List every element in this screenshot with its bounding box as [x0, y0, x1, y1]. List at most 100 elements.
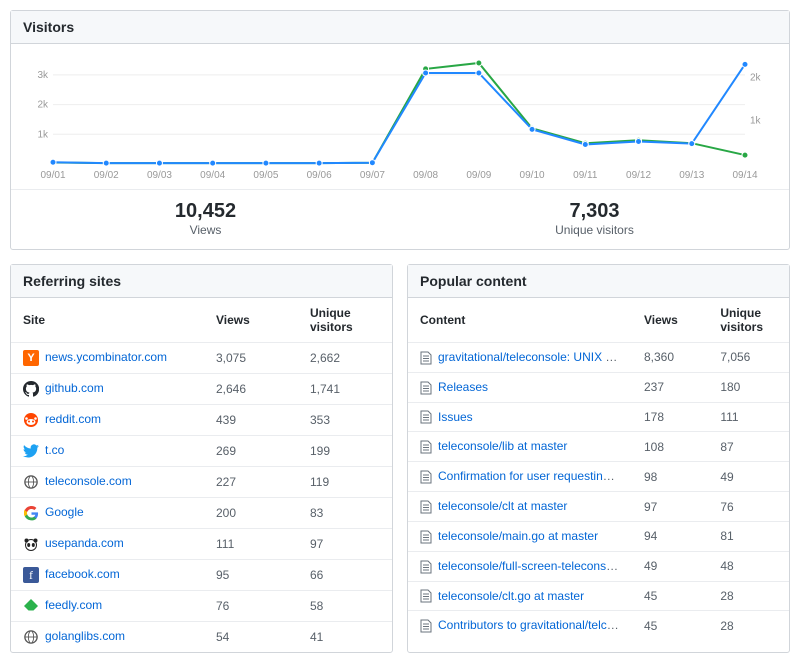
- totals-unique: 7,303 Unique visitors: [400, 190, 789, 249]
- svg-text:09/11: 09/11: [573, 170, 598, 181]
- svg-text:09/04: 09/04: [200, 170, 225, 181]
- referring-unique: 66: [298, 560, 392, 591]
- referring-site-link[interactable]: golanglibs.com: [45, 629, 125, 643]
- table-row: usepanda.com 111 97: [11, 529, 392, 560]
- referring-table: Site Views Unique visitors Ynews.ycombin…: [11, 298, 392, 652]
- popular-content-link[interactable]: teleconsole/lib at master: [438, 439, 567, 453]
- popular-content-link[interactable]: teleconsole/clt at master: [438, 499, 567, 513]
- popular-content-link[interactable]: Releases: [438, 380, 488, 394]
- popular-content-link[interactable]: Issues: [438, 410, 473, 424]
- svg-text:09/08: 09/08: [413, 170, 438, 181]
- popular-views: 8,360: [632, 343, 708, 373]
- referring-views: 54: [204, 622, 298, 653]
- feedly-icon: [23, 598, 39, 614]
- visitors-chart-svg: 3k2k1k2k1k09/0109/0209/0309/0409/0509/06…: [23, 52, 775, 182]
- file-icon: [420, 410, 432, 424]
- file-icon: [420, 351, 432, 365]
- popular-views: 49: [632, 551, 708, 581]
- visitors-panel: Visitors 3k2k1k2k1k09/0109/0209/0309/040…: [10, 10, 790, 250]
- svg-text:1k: 1k: [750, 116, 762, 127]
- twitter-icon: [23, 443, 39, 459]
- referring-views: 227: [204, 467, 298, 498]
- referring-site-link[interactable]: reddit.com: [45, 412, 101, 426]
- referring-site-link[interactable]: feedly.com: [45, 598, 102, 612]
- referring-unique: 58: [298, 591, 392, 622]
- popular-views: 94: [632, 521, 708, 551]
- popular-views: 45: [632, 581, 708, 611]
- popular-views: 97: [632, 492, 708, 522]
- table-row: Google 200 83: [11, 498, 392, 529]
- referring-views: 439: [204, 405, 298, 436]
- popular-unique: 81: [708, 521, 789, 551]
- table-row: github.com 2,646 1,741: [11, 374, 392, 405]
- file-icon: [420, 500, 432, 514]
- svg-text:09/14: 09/14: [732, 170, 757, 181]
- referring-site-link[interactable]: t.co: [45, 443, 64, 457]
- table-row: Contributors to gravitational/telco... 4…: [408, 611, 789, 640]
- referring-site-link[interactable]: github.com: [45, 381, 104, 395]
- svg-text:1k: 1k: [37, 129, 49, 140]
- col-views: Views: [632, 298, 708, 343]
- popular-unique: 7,056: [708, 343, 789, 373]
- table-row: feedly.com 76 58: [11, 591, 392, 622]
- referring-panel: Referring sites Site Views Unique visito…: [10, 264, 393, 653]
- referring-views: 200: [204, 498, 298, 529]
- popular-unique: 48: [708, 551, 789, 581]
- file-icon: [420, 560, 432, 574]
- col-content: Content: [408, 298, 632, 343]
- referring-unique: 1,741: [298, 374, 392, 405]
- referring-views: 76: [204, 591, 298, 622]
- referring-site-link[interactable]: usepanda.com: [45, 536, 124, 550]
- popular-title: Popular content: [408, 265, 789, 298]
- popular-content-link[interactable]: Confirmation for user requesting to ...: [438, 469, 632, 483]
- visitors-panel-title: Visitors: [11, 11, 789, 44]
- svg-text:09/10: 09/10: [520, 170, 545, 181]
- popular-unique: 49: [708, 462, 789, 492]
- totals-views: 10,452 Views: [11, 190, 400, 249]
- table-row: gravitational/teleconsole: UNIX shel... …: [408, 343, 789, 373]
- popular-content-link[interactable]: gravitational/teleconsole: UNIX shel...: [438, 350, 632, 364]
- total-unique-value: 7,303: [400, 200, 789, 223]
- referring-site-link[interactable]: Google: [45, 505, 84, 519]
- col-views: Views: [204, 298, 298, 343]
- referring-site-link[interactable]: news.ycombinator.com: [45, 350, 167, 364]
- file-icon: [420, 530, 432, 544]
- popular-unique: 180: [708, 372, 789, 402]
- visitors-chart: 3k2k1k2k1k09/0109/0209/0309/0409/0509/06…: [11, 44, 789, 189]
- table-row: Confirmation for user requesting to ... …: [408, 462, 789, 492]
- popular-content-link[interactable]: teleconsole/main.go at master: [438, 529, 598, 543]
- svg-text:09/13: 09/13: [679, 170, 704, 181]
- file-icon: [420, 440, 432, 454]
- table-row: t.co 269 199: [11, 436, 392, 467]
- referring-views: 2,646: [204, 374, 298, 405]
- referring-views: 111: [204, 529, 298, 560]
- total-views-label: Views: [11, 223, 400, 237]
- svg-text:09/07: 09/07: [360, 170, 385, 181]
- popular-unique: 87: [708, 432, 789, 462]
- referring-site-link[interactable]: facebook.com: [45, 567, 120, 581]
- svg-text:09/09: 09/09: [466, 170, 491, 181]
- github-icon: [23, 381, 39, 397]
- popular-unique: 28: [708, 581, 789, 611]
- total-unique-label: Unique visitors: [400, 223, 789, 237]
- popular-content-link[interactable]: teleconsole/clt.go at master: [438, 589, 584, 603]
- col-unique: Unique visitors: [298, 298, 392, 343]
- popular-unique: 111: [708, 402, 789, 432]
- file-icon: [420, 619, 432, 633]
- svg-text:09/02: 09/02: [94, 170, 119, 181]
- referring-site-link[interactable]: teleconsole.com: [45, 474, 132, 488]
- table-row: ffacebook.com 95 66: [11, 560, 392, 591]
- svg-text:2k: 2k: [750, 72, 762, 83]
- svg-text:09/05: 09/05: [253, 170, 278, 181]
- referring-unique: 353: [298, 405, 392, 436]
- popular-content-link[interactable]: teleconsole/full-screen-teleconsole...: [438, 559, 632, 573]
- table-row: teleconsole/full-screen-teleconsole... 4…: [408, 551, 789, 581]
- svg-text:09/01: 09/01: [40, 170, 65, 181]
- popular-views: 98: [632, 462, 708, 492]
- referring-views: 95: [204, 560, 298, 591]
- globe-icon: [23, 474, 39, 490]
- popular-content-link[interactable]: Contributors to gravitational/telco...: [438, 618, 623, 632]
- table-row: Releases 237 180: [408, 372, 789, 402]
- table-row: teleconsole/lib at master 108 87: [408, 432, 789, 462]
- popular-views: 237: [632, 372, 708, 402]
